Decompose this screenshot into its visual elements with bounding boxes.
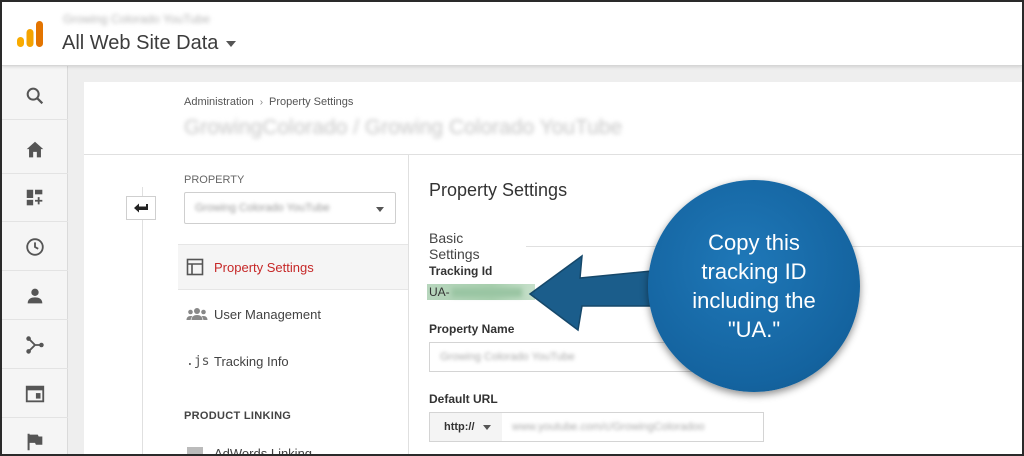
back-arrow-icon [134,203,148,213]
back-button[interactable] [126,196,156,220]
divider [84,154,1022,155]
breadcrumb: Administration › Property Settings [184,96,353,108]
callout-bubble: Copy this tracking ID including the "UA.… [648,180,860,392]
js-icon: .js [186,353,210,369]
menu-label: AdWords Linking [214,445,313,456]
chevron-down-icon [376,207,384,212]
menu-label: Tracking Info [214,353,289,369]
product-linking-heading: PRODUCT LINKING [184,410,292,422]
property-select[interactable]: Growing Colorado YouTube [184,192,396,224]
account-name: Growing Colorado YouTube [63,12,210,26]
search-icon [26,87,44,104]
breadcrumb-property-settings[interactable]: Property Settings [269,96,353,108]
home-icon [26,141,44,157]
top-header: Growing Colorado YouTube All Web Site Da… [2,2,1022,66]
acquisition-icon [26,335,44,354]
left-nav [2,66,68,454]
tracking-id-value[interactable]: UA- [427,284,535,300]
view-selector[interactable]: All Web Site Data [62,32,237,55]
property-name-label: Property Name [429,322,515,336]
flag-icon [27,433,43,451]
tracking-id-redacted [451,288,522,298]
clock-icon [26,237,44,256]
settings-title: Property Settings [429,180,568,200]
property-name-value: Growing Colorado YouTube [440,351,575,363]
chevron-down-icon [226,40,237,47]
customization-icon [26,189,43,205]
nav-conversions[interactable] [2,418,68,454]
menu-label: User Management [214,306,321,322]
chevron-down-icon [482,424,491,430]
column-divider [408,154,409,454]
nav-home[interactable] [2,126,68,174]
menu-tracking-info[interactable]: .js Tracking Info [178,338,408,384]
page-title: GrowingColorado / Growing Colorado YouTu… [184,116,623,139]
menu-property-settings[interactable]: Property Settings [178,244,408,290]
protocol-value: http:// [444,421,475,433]
menu-user-management[interactable]: User Management [178,291,408,337]
users-icon [178,307,214,321]
tree-line [142,187,143,454]
default-url-value: www.youtube.com/c/GrowingColoradoo [512,421,705,433]
basic-settings-label: Basic Settings [429,230,480,262]
adwords-icon [178,446,214,454]
menu-adwords-linking[interactable]: AdWords Linking [178,430,408,456]
nav-behavior[interactable] [2,370,68,418]
callout-text: Copy this tracking ID including the "UA.… [692,230,816,342]
protocol-select[interactable]: http:// [429,412,503,442]
property-column-label: PROPERTY [184,174,245,186]
behavior-icon [25,385,45,402]
analytics-logo-icon[interactable] [15,19,45,49]
breadcrumb-administration[interactable]: Administration [184,96,254,108]
nav-search[interactable] [2,72,68,120]
person-icon [27,288,43,303]
tracking-id-prefix: UA- [429,285,450,299]
nav-audience[interactable] [2,272,68,320]
property-select-value: Growing Colorado YouTube [195,202,330,214]
menu-label: Property Settings [214,259,314,275]
view-selector-label: All Web Site Data [62,32,219,54]
default-url-input[interactable]: www.youtube.com/c/GrowingColoradoo [502,412,764,442]
breadcrumb-separator-icon: › [259,96,264,108]
default-url-label: Default URL [429,392,498,406]
nav-customization[interactable] [2,174,68,222]
nav-acquisition[interactable] [2,321,68,369]
nav-realtime[interactable] [2,223,68,271]
app-window: Growing Colorado YouTube All Web Site Da… [0,0,1024,456]
layout-icon [178,258,214,276]
tracking-id-label: Tracking Id [429,264,493,278]
